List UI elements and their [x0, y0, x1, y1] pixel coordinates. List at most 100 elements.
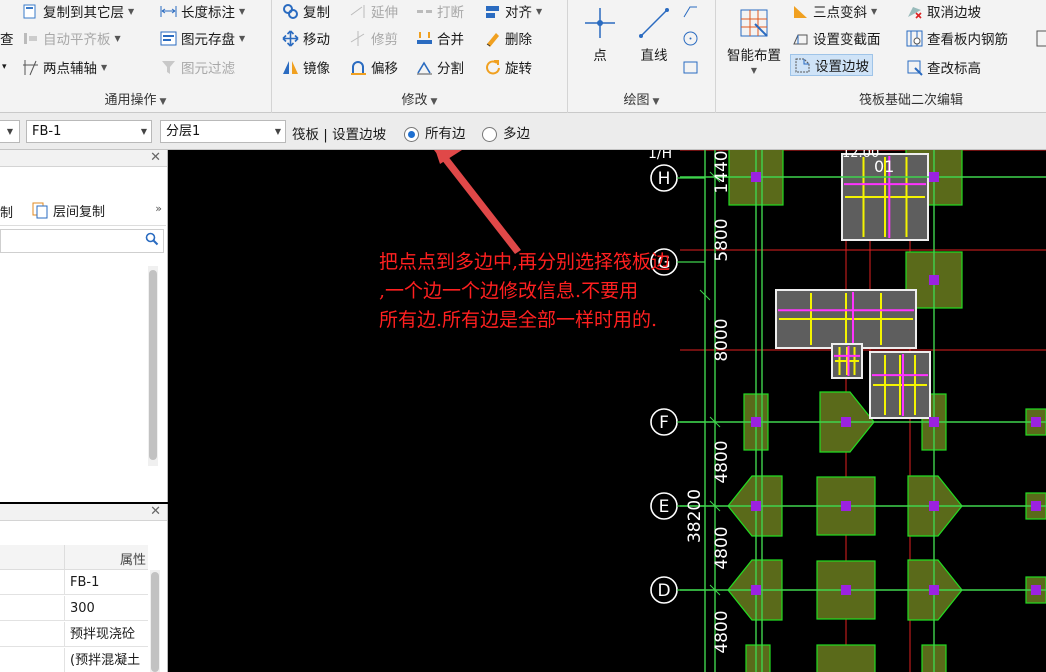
- search-icon[interactable]: [145, 232, 159, 250]
- radio-multi-edges-label: 多边: [503, 126, 530, 142]
- eraser-icon: [484, 30, 501, 47]
- more-chevron-icon[interactable]: »: [155, 202, 162, 215]
- annotation-text: 把点点到多边中,再分别选择筏板边 ,一个边一个边修改信息.不要用 所有边.所有边…: [379, 248, 809, 335]
- radio-multi-edges-dot[interactable]: [482, 126, 497, 142]
- copy-to-other-layer-button[interactable]: 复制到其它层 ▼: [22, 0, 134, 22]
- view-slab-rebar-button[interactable]: 查看板内钢筋: [906, 27, 1008, 49]
- line-label: 直线: [640, 48, 668, 64]
- merge-button[interactable]: 合并: [416, 27, 464, 49]
- layer-select[interactable]: 分层1 ▼: [160, 120, 286, 143]
- set-variable-section-button[interactable]: 设置变截面: [792, 27, 881, 49]
- polyline-tool-button[interactable]: [682, 0, 703, 22]
- align-button[interactable]: 对齐 ▼: [484, 0, 542, 22]
- save-element-button[interactable]: 图元存盘 ▼: [160, 27, 245, 49]
- copy-element-button[interactable]: 制: [0, 202, 13, 221]
- mirror-button[interactable]: 镜像: [282, 56, 330, 78]
- polyline-icon: [682, 3, 699, 20]
- break-button[interactable]: 打断: [416, 0, 464, 22]
- element-select[interactable]: FB-1 ▼: [26, 120, 152, 143]
- drawing-canvas[interactable]: HGFED 1440 5800 8000 4800 4800 4800 38200 1/H …: [170, 150, 1046, 672]
- move-icon: [282, 29, 299, 47]
- circle-tool-button[interactable]: [682, 27, 703, 49]
- variable-section-icon: [792, 30, 809, 47]
- partial-left-label: 查: [0, 32, 14, 48]
- table-row[interactable]: (预拌混凝土: [0, 648, 148, 672]
- set-edge-slope-button[interactable]: 设置边坡: [790, 54, 873, 76]
- close-icon[interactable]: ✕: [150, 504, 161, 520]
- align-label: 对齐: [505, 5, 532, 21]
- save-element-label: 图元存盘: [181, 32, 235, 48]
- partial-combo[interactable]: ▼: [0, 120, 20, 143]
- partial-left-button[interactable]: 查: [0, 27, 14, 49]
- property-value[interactable]: (预拌混凝土: [64, 648, 140, 672]
- element-list-scrollbar[interactable]: [148, 266, 158, 466]
- rotate-button[interactable]: 旋转: [484, 56, 532, 78]
- modify-title: 修改: [401, 93, 428, 108]
- group-modify-label[interactable]: 修改 ▼: [272, 89, 567, 108]
- trim-icon: [350, 30, 367, 47]
- table-row[interactable]: 300: [0, 596, 148, 621]
- check-elevation-button[interactable]: 查改标高: [906, 56, 981, 78]
- length-dimension-label: 长度标注: [181, 5, 235, 21]
- offset-icon: [350, 59, 367, 76]
- slab-id-label: 01: [874, 157, 894, 176]
- rect-tool-button[interactable]: [682, 56, 703, 78]
- group-general-ops: 查 ▾ 复制到其它层 ▼ 自动平齐板 ▼ 两点辅轴 ▼ 长度标注 ▼ 图元存盘 ▼ 图元过…: [0, 0, 272, 113]
- element-list-scroll-thumb[interactable]: [149, 270, 157, 460]
- point-button[interactable]: 点: [580, 6, 620, 64]
- radio-all-edges[interactable]: 所有边: [404, 122, 466, 142]
- line-button[interactable]: 直线: [632, 6, 676, 64]
- group-general-ops-label[interactable]: 通用操作 ▼: [0, 89, 271, 108]
- extend-button[interactable]: 延伸: [350, 0, 398, 22]
- property-value[interactable]: FB-1: [64, 570, 99, 594]
- table-row[interactable]: 预拌现浇砼: [0, 622, 148, 647]
- node: [929, 275, 939, 285]
- node: [751, 172, 761, 182]
- copy-button[interactable]: 复制: [282, 0, 330, 22]
- cad-drawing[interactable]: HGFED 14405800800048004800480038200 1/H …: [170, 150, 1046, 672]
- dimension-label: 38200: [685, 489, 705, 543]
- annotation-line: ,一个边一个边修改信息.不要用: [379, 280, 639, 302]
- element-filter-button[interactable]: 图元过滤: [160, 56, 235, 78]
- split-icon: [416, 59, 433, 76]
- split-button[interactable]: 分割: [416, 56, 464, 78]
- extend-icon: [350, 3, 367, 20]
- element-search-input[interactable]: [1, 230, 141, 252]
- property-value[interactable]: 预拌现浇砼: [64, 622, 135, 646]
- properties-titlebar: ✕: [0, 504, 167, 521]
- cancel-edge-slope-button[interactable]: 取消边坡: [906, 0, 981, 22]
- properties-scroll-thumb[interactable]: [151, 572, 159, 672]
- partial-left-caret[interactable]: ▾: [2, 56, 7, 78]
- node: [841, 585, 851, 595]
- trim-button[interactable]: 修剪: [350, 27, 398, 49]
- element-select-value: FB-1: [32, 124, 62, 139]
- node: [751, 417, 761, 427]
- floor-copy-button[interactable]: 层间复制: [32, 201, 105, 220]
- node: [929, 501, 939, 511]
- annotation-line: 所有边.所有边是全部一样时用的.: [379, 309, 658, 331]
- overflow-rebar-button[interactable]: [1036, 27, 1046, 49]
- auto-flush-slab-button[interactable]: 自动平齐板 ▼: [22, 27, 121, 49]
- smart-layout-button[interactable]: 智能布置 ▼: [722, 6, 786, 75]
- merge-label: 合并: [437, 32, 464, 48]
- radio-multi-edges[interactable]: 多边: [482, 122, 530, 142]
- offset-button[interactable]: 偏移: [350, 56, 398, 78]
- move-button[interactable]: 移动: [282, 27, 330, 49]
- node: [841, 501, 851, 511]
- delete-button[interactable]: 删除: [484, 27, 532, 49]
- properties-scrollbar[interactable]: [150, 570, 160, 672]
- three-point-slope-button[interactable]: 三点变斜 ▼: [792, 0, 877, 22]
- two-point-aux-axis-button[interactable]: 两点辅轴 ▼: [22, 56, 107, 78]
- view-slab-rebar-label: 查看板内钢筋: [927, 32, 1008, 48]
- table-row[interactable]: FB-1: [0, 570, 148, 595]
- element-search-box[interactable]: [0, 229, 164, 253]
- length-dimension-button[interactable]: 长度标注 ▼: [160, 0, 245, 22]
- auto-flush-slab-label: 自动平齐板: [43, 32, 111, 48]
- radio-all-edges-dot[interactable]: [404, 126, 419, 142]
- group-draw-label[interactable]: 绘图 ▼: [568, 89, 715, 108]
- rectangle-icon: [682, 59, 699, 76]
- close-icon[interactable]: ✕: [150, 150, 161, 166]
- property-value[interactable]: 300: [64, 596, 95, 620]
- copy-to-other-layer-label: 复制到其它层: [43, 5, 124, 21]
- mirror-label: 镜像: [303, 61, 330, 77]
